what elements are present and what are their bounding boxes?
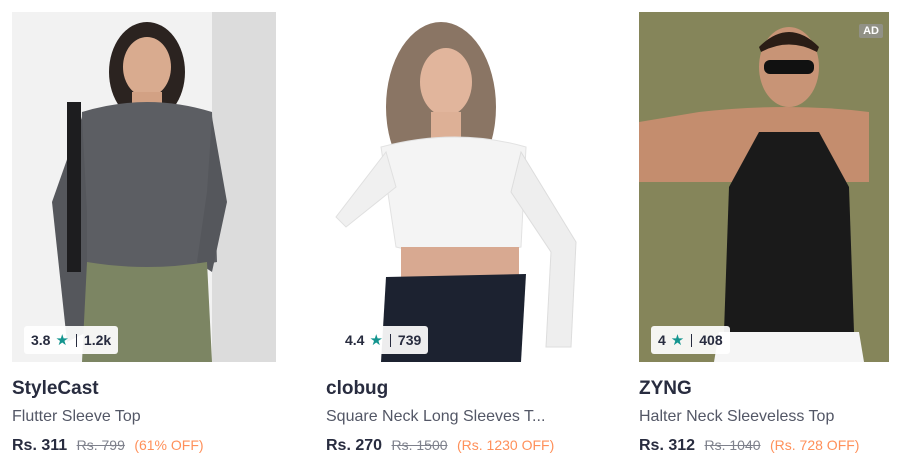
rating-value: 4 xyxy=(658,332,666,348)
product-image[interactable]: 3.8 ★ 1.2k xyxy=(12,12,276,362)
rating-badge: 4.4 ★ 739 xyxy=(338,326,429,354)
product-image[interactable]: AD 4 ★ 408 xyxy=(639,12,889,362)
rating-badge: 4 ★ 408 xyxy=(651,326,730,354)
product-photo-clobug xyxy=(326,12,590,362)
original-price: Rs. 1500 xyxy=(391,437,448,453)
rating-divider xyxy=(75,333,77,347)
rating-divider xyxy=(389,333,391,347)
product-title: Flutter Sleeve Top xyxy=(12,408,141,425)
product-card[interactable]: AD 4 ★ 408 ZYNG Halter Neck Sleeveless T… xyxy=(639,12,889,455)
product-image[interactable]: 4.4 ★ 739 xyxy=(326,12,590,362)
star-icon: ★ xyxy=(55,332,69,349)
star-icon: ★ xyxy=(369,332,383,349)
product-brand: StyleCast xyxy=(12,378,99,399)
rating-count: 739 xyxy=(397,332,422,348)
selling-price: Rs. 311 xyxy=(12,437,68,454)
product-brand: clobug xyxy=(326,378,389,399)
rating-value: 4.4 xyxy=(345,332,365,348)
ad-badge: AD xyxy=(859,24,883,38)
product-photo-stylecast xyxy=(12,12,276,362)
rating-badge: 3.8 ★ 1.2k xyxy=(24,326,119,354)
product-card[interactable]: 3.8 ★ 1.2k StyleCast Flutter Sleeve Top … xyxy=(12,12,276,455)
product-card[interactable]: 4.4 ★ 739 clobug Square Neck Long Sleeve… xyxy=(326,12,590,455)
discount-label: (61% OFF) xyxy=(134,437,204,453)
product-brand: ZYNG xyxy=(639,378,692,399)
selling-price: Rs. 270 xyxy=(326,437,383,454)
original-price: Rs. 1040 xyxy=(704,437,761,453)
original-price: Rs. 799 xyxy=(76,437,125,453)
discount-label: (Rs. 1230 OFF) xyxy=(457,437,555,453)
rating-count: 1.2k xyxy=(83,332,112,348)
rating-value: 3.8 xyxy=(31,332,51,348)
rating-divider xyxy=(691,333,693,347)
product-grid: 3.8 ★ 1.2k StyleCast Flutter Sleeve Top … xyxy=(0,0,911,458)
product-title: Halter Neck Sleeveless Top xyxy=(639,408,835,425)
product-photo-zyng xyxy=(639,12,889,362)
product-title: Square Neck Long Sleeves T... xyxy=(326,408,546,425)
star-icon: ★ xyxy=(670,332,685,349)
rating-count: 408 xyxy=(699,332,723,348)
product-price: Rs. 270 Rs. 1500 (Rs. 1230 OFF) xyxy=(326,437,590,455)
product-price: Rs. 311 Rs. 799 (61% OFF) xyxy=(12,437,276,455)
product-price: Rs. 312 Rs. 1040 (Rs. 728 OFF) xyxy=(639,437,889,455)
selling-price: Rs. 312 xyxy=(639,437,696,454)
discount-label: (Rs. 728 OFF) xyxy=(770,437,860,453)
